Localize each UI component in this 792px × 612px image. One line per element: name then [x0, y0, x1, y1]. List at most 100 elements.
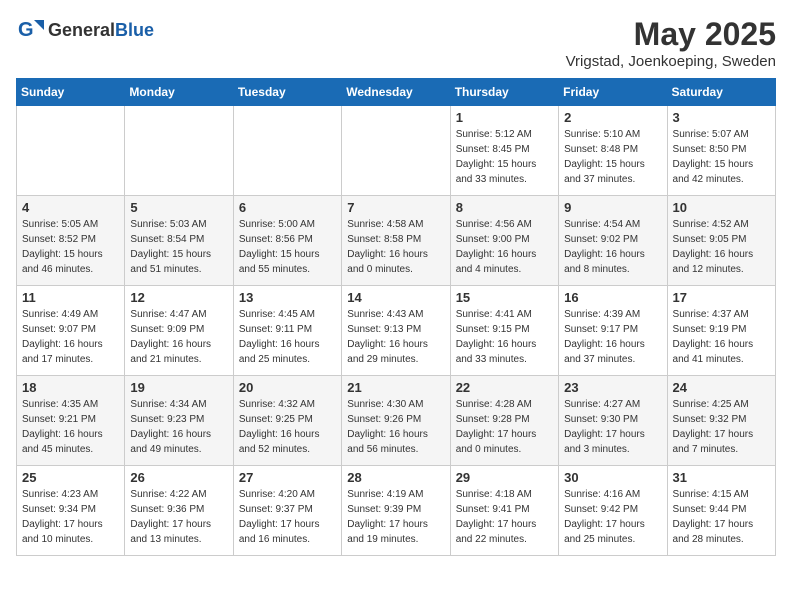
- calendar-cell: 29Sunrise: 4:18 AM Sunset: 9:41 PM Dayli…: [450, 466, 558, 556]
- day-number: 9: [564, 200, 661, 215]
- calendar-cell: 26 Sunrise: 4:22 AM Sunset: 9:36 PM Dayli…: [125, 466, 233, 556]
- day-info: Sunrise: 4:15 AM Sunset: 9:44 PM Dayligh…: [673, 487, 770, 547]
- calendar-week-4: 18Sunrise: 4:35 AM Sunset: 9:21 PM Dayli…: [17, 376, 776, 466]
- header-tuesday: Tuesday: [233, 79, 341, 106]
- calendar-cell: 30Sunrise: 4:16 AM Sunset: 9:42 PM Dayli…: [559, 466, 667, 556]
- calendar-cell: 14 Sunrise: 4:43 AM Sunset: 9:13 PM Dayli…: [342, 286, 450, 376]
- month-title: May 2025: [566, 16, 776, 53]
- page-header: G GeneralBlue May 2025 Vrigstad, Joenkoe…: [16, 16, 776, 70]
- calendar-cell: 17Sunrise: 4:37 AM Sunset: 9:19 PM Dayli…: [667, 286, 775, 376]
- day-info: Sunrise: 4:19 AM Sunset: 9:39 PM Dayligh…: [347, 487, 444, 547]
- day-number: 31: [673, 470, 770, 485]
- day-info: Sunrise: 4:22 AM Sunset: 9:36 PM Dayligh…: [130, 487, 227, 547]
- day-info: Sunrise: 4:16 AM Sunset: 9:42 PM Dayligh…: [564, 487, 661, 547]
- calendar-week-2: 4 Sunrise: 5:05 AM Sunset: 8:52 PM Daylig…: [17, 196, 776, 286]
- calendar-cell: 8 Sunrise: 4:56 AM Sunset: 9:00 PM Daylig…: [450, 196, 558, 286]
- calendar-cell: 2 Sunrise: 5:10 AM Sunset: 8:48 PM Daylig…: [559, 106, 667, 196]
- calendar-cell: 12 Sunrise: 4:47 AM Sunset: 9:09 PM Dayli…: [125, 286, 233, 376]
- day-info: Sunrise: 4:41 AM Sunset: 9:15 PM Dayligh…: [456, 307, 553, 367]
- day-info: Sunrise: 4:18 AM Sunset: 9:41 PM Dayligh…: [456, 487, 553, 547]
- calendar-week-3: 11Sunrise: 4:49 AM Sunset: 9:07 PM Dayli…: [17, 286, 776, 376]
- day-number: 24: [673, 380, 770, 395]
- day-number: 22: [456, 380, 553, 395]
- day-info: Sunrise: 4:23 AM Sunset: 9:34 PM Dayligh…: [22, 487, 119, 547]
- day-number: 19: [130, 380, 227, 395]
- day-info: Sunrise: 4:52 AM Sunset: 9:05 PM Dayligh…: [673, 217, 770, 277]
- day-number: 8: [456, 200, 553, 215]
- day-number: 16: [564, 290, 661, 305]
- day-info: Sunrise: 4:45 AM Sunset: 9:11 PM Dayligh…: [239, 307, 336, 367]
- day-info: Sunrise: 4:39 AM Sunset: 9:17 PM Dayligh…: [564, 307, 661, 367]
- day-number: 2: [564, 110, 661, 125]
- day-info: Sunrise: 5:12 AM Sunset: 8:45 PM Dayligh…: [456, 127, 553, 187]
- day-number: 21: [347, 380, 444, 395]
- header-row: Sunday Monday Tuesday Wednesday Thursday…: [17, 79, 776, 106]
- calendar-cell: 27Sunrise: 4:20 AM Sunset: 9:37 PM Dayli…: [233, 466, 341, 556]
- logo-blue: Blue: [115, 20, 154, 40]
- calendar-cell: [342, 106, 450, 196]
- calendar-cell: 1Sunrise: 5:12 AM Sunset: 8:45 PM Daylig…: [450, 106, 558, 196]
- calendar-cell: 31 Sunrise: 4:15 AM Sunset: 9:44 PM Dayli…: [667, 466, 775, 556]
- calendar-cell: 5Sunrise: 5:03 AM Sunset: 8:54 PM Daylig…: [125, 196, 233, 286]
- calendar-cell: 20Sunrise: 4:32 AM Sunset: 9:25 PM Dayli…: [233, 376, 341, 466]
- calendar-cell: [233, 106, 341, 196]
- logo-general: General: [48, 20, 115, 40]
- calendar-cell: 19 Sunrise: 4:34 AM Sunset: 9:23 PM Dayli…: [125, 376, 233, 466]
- day-number: 12: [130, 290, 227, 305]
- day-info: Sunrise: 4:25 AM Sunset: 9:32 PM Dayligh…: [673, 397, 770, 457]
- calendar-week-5: 25 Sunrise: 4:23 AM Sunset: 9:34 PM Dayli…: [17, 466, 776, 556]
- calendar-table: Sunday Monday Tuesday Wednesday Thursday…: [16, 78, 776, 556]
- day-info: Sunrise: 4:28 AM Sunset: 9:28 PM Dayligh…: [456, 397, 553, 457]
- header-monday: Monday: [125, 79, 233, 106]
- day-number: 10: [673, 200, 770, 215]
- day-number: 6: [239, 200, 336, 215]
- day-number: 4: [22, 200, 119, 215]
- day-info: Sunrise: 4:35 AM Sunset: 9:21 PM Dayligh…: [22, 397, 119, 457]
- calendar-cell: [125, 106, 233, 196]
- location: Vrigstad, Joenkoeping, Sweden: [566, 53, 776, 70]
- day-info: Sunrise: 4:32 AM Sunset: 9:25 PM Dayligh…: [239, 397, 336, 457]
- day-number: 27: [239, 470, 336, 485]
- day-info: Sunrise: 5:10 AM Sunset: 8:48 PM Dayligh…: [564, 127, 661, 187]
- day-number: 11: [22, 290, 119, 305]
- calendar-cell: 22 Sunrise: 4:28 AM Sunset: 9:28 PM Dayli…: [450, 376, 558, 466]
- calendar-cell: 11Sunrise: 4:49 AM Sunset: 9:07 PM Dayli…: [17, 286, 125, 376]
- day-info: Sunrise: 4:54 AM Sunset: 9:02 PM Dayligh…: [564, 217, 661, 277]
- day-info: Sunrise: 5:07 AM Sunset: 8:50 PM Dayligh…: [673, 127, 770, 187]
- calendar-cell: 18Sunrise: 4:35 AM Sunset: 9:21 PM Dayli…: [17, 376, 125, 466]
- day-number: 3: [673, 110, 770, 125]
- header-sunday: Sunday: [17, 79, 125, 106]
- day-info: Sunrise: 5:00 AM Sunset: 8:56 PM Dayligh…: [239, 217, 336, 277]
- day-info: Sunrise: 4:37 AM Sunset: 9:19 PM Dayligh…: [673, 307, 770, 367]
- calendar-cell: 15 Sunrise: 4:41 AM Sunset: 9:15 PM Dayli…: [450, 286, 558, 376]
- header-saturday: Saturday: [667, 79, 775, 106]
- calendar-cell: 13 Sunrise: 4:45 AM Sunset: 9:11 PM Dayli…: [233, 286, 341, 376]
- calendar-cell: 3 Sunrise: 5:07 AM Sunset: 8:50 PM Daylig…: [667, 106, 775, 196]
- day-info: Sunrise: 4:34 AM Sunset: 9:23 PM Dayligh…: [130, 397, 227, 457]
- day-info: Sunrise: 4:58 AM Sunset: 8:58 PM Dayligh…: [347, 217, 444, 277]
- calendar-week-1: 1Sunrise: 5:12 AM Sunset: 8:45 PM Daylig…: [17, 106, 776, 196]
- calendar-cell: 28 Sunrise: 4:19 AM Sunset: 9:39 PM Dayli…: [342, 466, 450, 556]
- day-number: 25: [22, 470, 119, 485]
- title-block: May 2025 Vrigstad, Joenkoeping, Sweden: [566, 16, 776, 70]
- day-info: Sunrise: 4:27 AM Sunset: 9:30 PM Dayligh…: [564, 397, 661, 457]
- calendar-cell: 23Sunrise: 4:27 AM Sunset: 9:30 PM Dayli…: [559, 376, 667, 466]
- header-friday: Friday: [559, 79, 667, 106]
- day-number: 15: [456, 290, 553, 305]
- day-number: 28: [347, 470, 444, 485]
- day-number: 14: [347, 290, 444, 305]
- logo-icon: G: [16, 16, 44, 44]
- calendar-cell: 25 Sunrise: 4:23 AM Sunset: 9:34 PM Dayli…: [17, 466, 125, 556]
- calendar-cell: 16 Sunrise: 4:39 AM Sunset: 9:17 PM Dayli…: [559, 286, 667, 376]
- calendar-cell: 24 Sunrise: 4:25 AM Sunset: 9:32 PM Dayli…: [667, 376, 775, 466]
- day-info: Sunrise: 5:05 AM Sunset: 8:52 PM Dayligh…: [22, 217, 119, 277]
- calendar-cell: 10 Sunrise: 4:52 AM Sunset: 9:05 PM Dayli…: [667, 196, 775, 286]
- day-number: 7: [347, 200, 444, 215]
- day-info: Sunrise: 4:43 AM Sunset: 9:13 PM Dayligh…: [347, 307, 444, 367]
- day-number: 26: [130, 470, 227, 485]
- day-info: Sunrise: 4:47 AM Sunset: 9:09 PM Dayligh…: [130, 307, 227, 367]
- calendar-cell: 4 Sunrise: 5:05 AM Sunset: 8:52 PM Daylig…: [17, 196, 125, 286]
- day-number: 5: [130, 200, 227, 215]
- day-number: 13: [239, 290, 336, 305]
- day-info: Sunrise: 4:56 AM Sunset: 9:00 PM Dayligh…: [456, 217, 553, 277]
